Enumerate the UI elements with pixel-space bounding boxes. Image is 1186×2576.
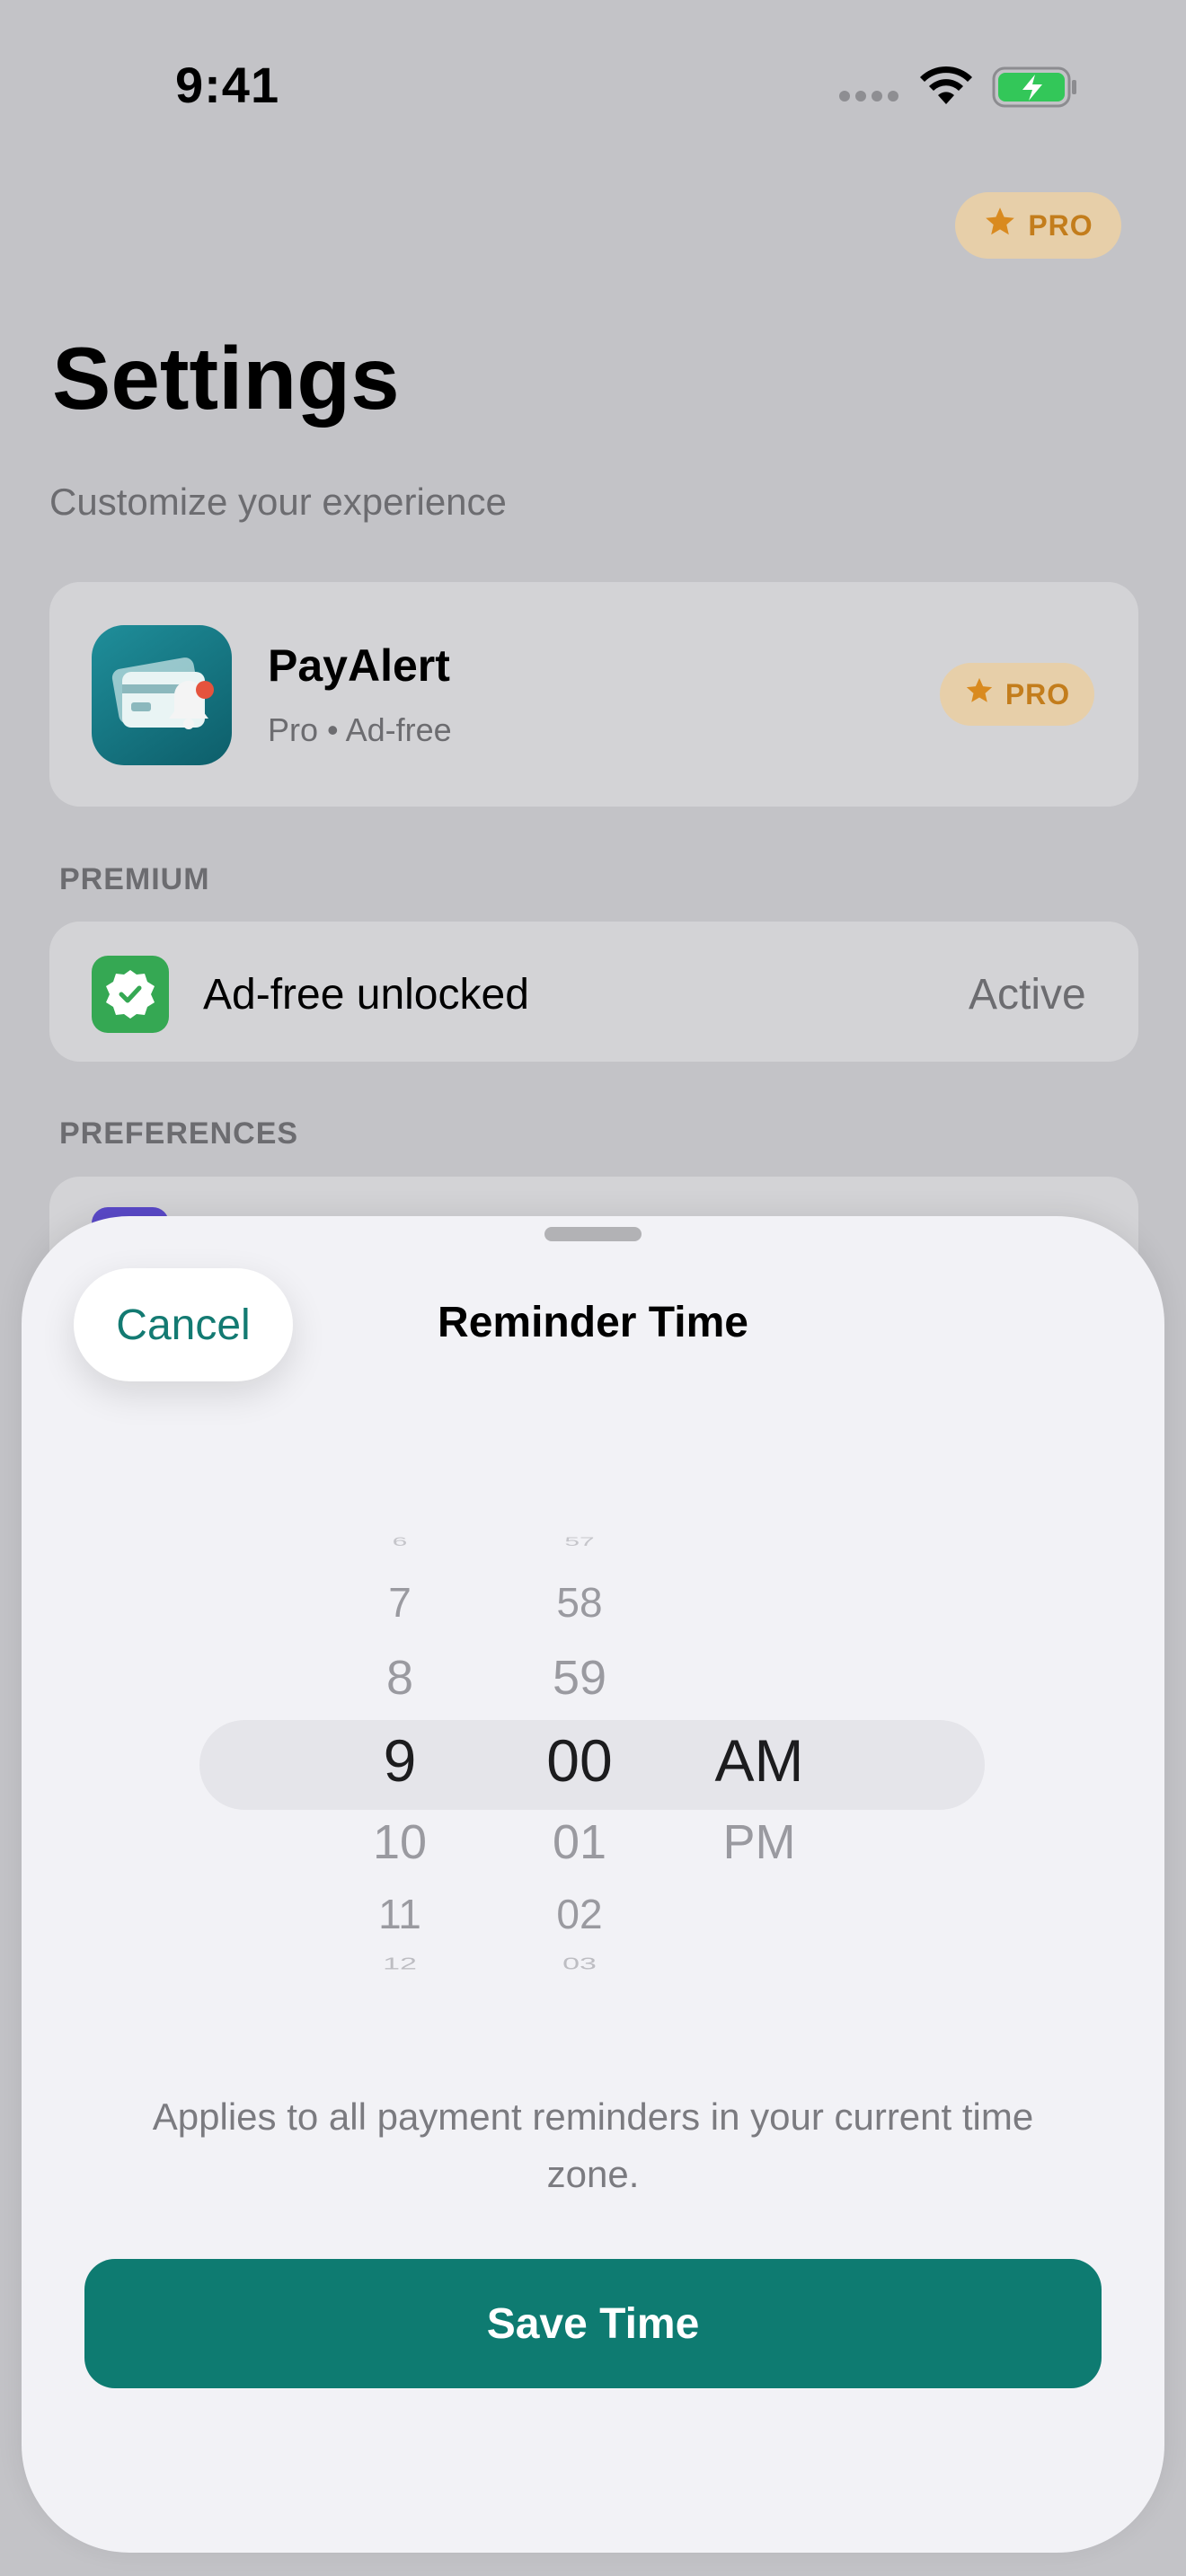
- period-wheel[interactable]: AM PM: [678, 1527, 840, 1994]
- app-pro-badge: PRO: [940, 663, 1094, 726]
- minute-option: 01: [552, 1815, 607, 1869]
- cellular-signal-icon: [839, 90, 904, 106]
- minute-option: 58: [556, 1579, 603, 1626]
- sheet-title: Reminder Time: [438, 1299, 748, 1346]
- minute-option: 02: [556, 1891, 603, 1937]
- minute-option: 57: [564, 1535, 595, 1549]
- minute-wheel[interactable]: 57 58 59 00 01 02 03: [499, 1527, 660, 1994]
- star-icon: [983, 205, 1017, 246]
- timezone-note: Applies to all payment reminders in your…: [152, 2095, 1034, 2195]
- app-pro-badge-label: PRO: [1005, 677, 1071, 710]
- hour-selected: 9: [383, 1727, 417, 1794]
- pro-badge-label: PRO: [1028, 208, 1093, 242]
- app-plan: Pro • Ad-free: [268, 711, 452, 748]
- star-icon: [964, 675, 995, 713]
- hour-wheel[interactable]: 6 7 8 9 10 11 12: [319, 1527, 481, 1994]
- hour-option: 11: [378, 1891, 421, 1937]
- minute-option: 59: [552, 1651, 607, 1705]
- sheet-grabber[interactable]: [544, 1227, 642, 1241]
- period-selected: AM: [714, 1727, 804, 1794]
- ad-free-status: Active: [969, 971, 1086, 1019]
- save-time-button[interactable]: Save Time: [84, 2259, 1102, 2388]
- hour-option: 6: [392, 1535, 408, 1549]
- period-option: PM: [722, 1815, 796, 1869]
- page-subtitle: Customize your experience: [49, 481, 507, 523]
- checkmark-badge-icon: [92, 956, 169, 1033]
- hour-option: 10: [372, 1815, 428, 1869]
- pro-badge[interactable]: PRO: [955, 192, 1121, 259]
- ad-free-label: Ad-free unlocked: [203, 971, 529, 1019]
- app-icon: [92, 625, 232, 765]
- app-name: PayAlert: [268, 640, 450, 691]
- section-header-preferences: PREFERENCES: [59, 1116, 299, 1151]
- section-header-premium: PREMIUM: [59, 862, 210, 896]
- hour-option: 7: [388, 1579, 412, 1626]
- battery-icon: [992, 66, 1078, 112]
- minute-option: 03: [562, 1954, 597, 1973]
- wifi-icon: [918, 65, 974, 110]
- page-title: Settings: [52, 329, 400, 428]
- hour-option: 12: [383, 1954, 417, 1973]
- status-time: 9:41: [175, 57, 280, 113]
- minute-selected: 00: [546, 1727, 613, 1794]
- hour-option: 8: [385, 1651, 414, 1705]
